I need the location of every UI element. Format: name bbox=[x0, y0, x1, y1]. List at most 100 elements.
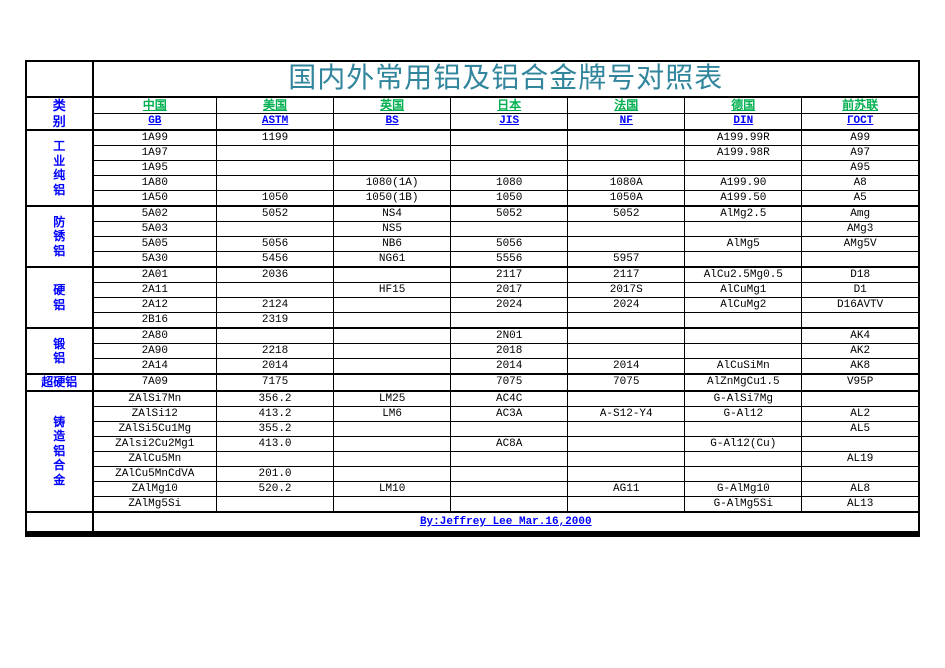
data-cell: A199.98R bbox=[685, 146, 802, 161]
category-label: 防锈铝 bbox=[26, 206, 93, 267]
data-cell: 2124 bbox=[217, 298, 334, 313]
data-cell: 413.0 bbox=[217, 436, 334, 451]
data-cell: A-S12-Y4 bbox=[568, 406, 685, 421]
standard-header: NF bbox=[568, 114, 685, 131]
data-cell bbox=[217, 496, 334, 512]
data-cell bbox=[568, 436, 685, 451]
data-cell: 7075 bbox=[568, 374, 685, 390]
data-cell bbox=[217, 176, 334, 191]
data-cell bbox=[217, 451, 334, 466]
data-cell bbox=[568, 146, 685, 161]
data-cell: NG61 bbox=[334, 252, 451, 268]
data-cell bbox=[334, 161, 451, 176]
data-cell bbox=[451, 421, 568, 436]
data-cell bbox=[334, 267, 451, 283]
data-cell: A8 bbox=[802, 176, 919, 191]
data-cell: 2017S bbox=[568, 283, 685, 298]
data-cell: AG11 bbox=[568, 481, 685, 496]
data-cell: AL13 bbox=[802, 496, 919, 512]
data-cell: HF15 bbox=[334, 283, 451, 298]
data-cell: AlZnMgCu1.5 bbox=[685, 374, 802, 390]
data-cell bbox=[334, 146, 451, 161]
country-header: 中国 bbox=[93, 97, 217, 114]
comparison-table: 国内外常用铝及铝合金牌号对照表类别中国美国英国日本法国德国前苏联GBASTMBS… bbox=[25, 60, 920, 537]
data-cell bbox=[451, 222, 568, 237]
data-cell: AC8A bbox=[451, 436, 568, 451]
category-label: 超硬铝 bbox=[26, 374, 93, 390]
country-header: 美国 bbox=[217, 97, 334, 114]
data-cell bbox=[568, 161, 685, 176]
data-cell: 2117 bbox=[451, 267, 568, 283]
data-cell: 1050 bbox=[217, 191, 334, 207]
data-cell: 2A11 bbox=[93, 283, 217, 298]
data-cell: 2014 bbox=[568, 359, 685, 375]
data-cell bbox=[451, 161, 568, 176]
data-cell: 7075 bbox=[451, 374, 568, 390]
data-cell: LM6 bbox=[334, 406, 451, 421]
data-cell: 2218 bbox=[217, 344, 334, 359]
data-cell: 2036 bbox=[217, 267, 334, 283]
data-cell bbox=[685, 328, 802, 344]
data-cell: 1199 bbox=[217, 130, 334, 146]
data-cell: AL5 bbox=[802, 421, 919, 436]
data-cell: AK8 bbox=[802, 359, 919, 375]
data-cell bbox=[802, 252, 919, 268]
standard-header: JIS bbox=[451, 114, 568, 131]
data-cell: AC4C bbox=[451, 391, 568, 407]
data-cell: ZAlCu5MnCdVA bbox=[93, 466, 217, 481]
data-cell bbox=[568, 466, 685, 481]
data-cell: ZAlSi7Mn bbox=[93, 391, 217, 407]
data-cell bbox=[217, 161, 334, 176]
table-title: 国内外常用铝及铝合金牌号对照表 bbox=[93, 61, 919, 97]
data-cell: A5 bbox=[802, 191, 919, 207]
data-cell: ZAlMg10 bbox=[93, 481, 217, 496]
data-cell: G-AlMg5Si bbox=[685, 496, 802, 512]
data-cell bbox=[217, 283, 334, 298]
standard-header: BS bbox=[334, 114, 451, 131]
data-cell: NB6 bbox=[334, 237, 451, 252]
data-cell bbox=[568, 451, 685, 466]
data-cell: AlCuMg1 bbox=[685, 283, 802, 298]
data-cell bbox=[334, 496, 451, 512]
data-cell bbox=[802, 436, 919, 451]
data-cell bbox=[451, 130, 568, 146]
data-cell bbox=[685, 161, 802, 176]
category-header: 类别 bbox=[26, 97, 93, 130]
data-cell: D1 bbox=[802, 283, 919, 298]
data-cell: G-Al12 bbox=[685, 406, 802, 421]
data-cell: AlCuMg2 bbox=[685, 298, 802, 313]
data-cell: 1A50 bbox=[93, 191, 217, 207]
data-cell bbox=[568, 237, 685, 252]
data-cell: 1A99 bbox=[93, 130, 217, 146]
data-cell: A199.99R bbox=[685, 130, 802, 146]
data-cell bbox=[685, 222, 802, 237]
data-cell: ZAlCu5Mn bbox=[93, 451, 217, 466]
data-cell: 520.2 bbox=[217, 481, 334, 496]
data-cell: G-AlSi7Mg bbox=[685, 391, 802, 407]
title-left-gutter bbox=[26, 61, 93, 97]
data-cell bbox=[334, 374, 451, 390]
data-cell: A97 bbox=[802, 146, 919, 161]
category-label: 铸造铝合金 bbox=[26, 391, 93, 512]
data-cell: D18 bbox=[802, 267, 919, 283]
data-cell: AL8 bbox=[802, 481, 919, 496]
data-cell bbox=[568, 496, 685, 512]
data-cell: 2018 bbox=[451, 344, 568, 359]
data-cell bbox=[334, 313, 451, 329]
data-cell bbox=[568, 328, 685, 344]
data-cell: 1050 bbox=[451, 191, 568, 207]
country-header: 英国 bbox=[334, 97, 451, 114]
data-cell: NS5 bbox=[334, 222, 451, 237]
data-cell: 1050A bbox=[568, 191, 685, 207]
data-cell: Amg bbox=[802, 206, 919, 222]
data-cell bbox=[568, 421, 685, 436]
document-page: 国内外常用铝及铝合金牌号对照表类别中国美国英国日本法国德国前苏联GBASTMBS… bbox=[0, 0, 945, 537]
data-cell: 7A09 bbox=[93, 374, 217, 390]
data-cell: 2A01 bbox=[93, 267, 217, 283]
data-cell: AlCuSiMn bbox=[685, 359, 802, 375]
data-cell: AMg3 bbox=[802, 222, 919, 237]
data-cell: 5A03 bbox=[93, 222, 217, 237]
data-cell bbox=[334, 298, 451, 313]
data-cell bbox=[685, 421, 802, 436]
data-cell: LM25 bbox=[334, 391, 451, 407]
